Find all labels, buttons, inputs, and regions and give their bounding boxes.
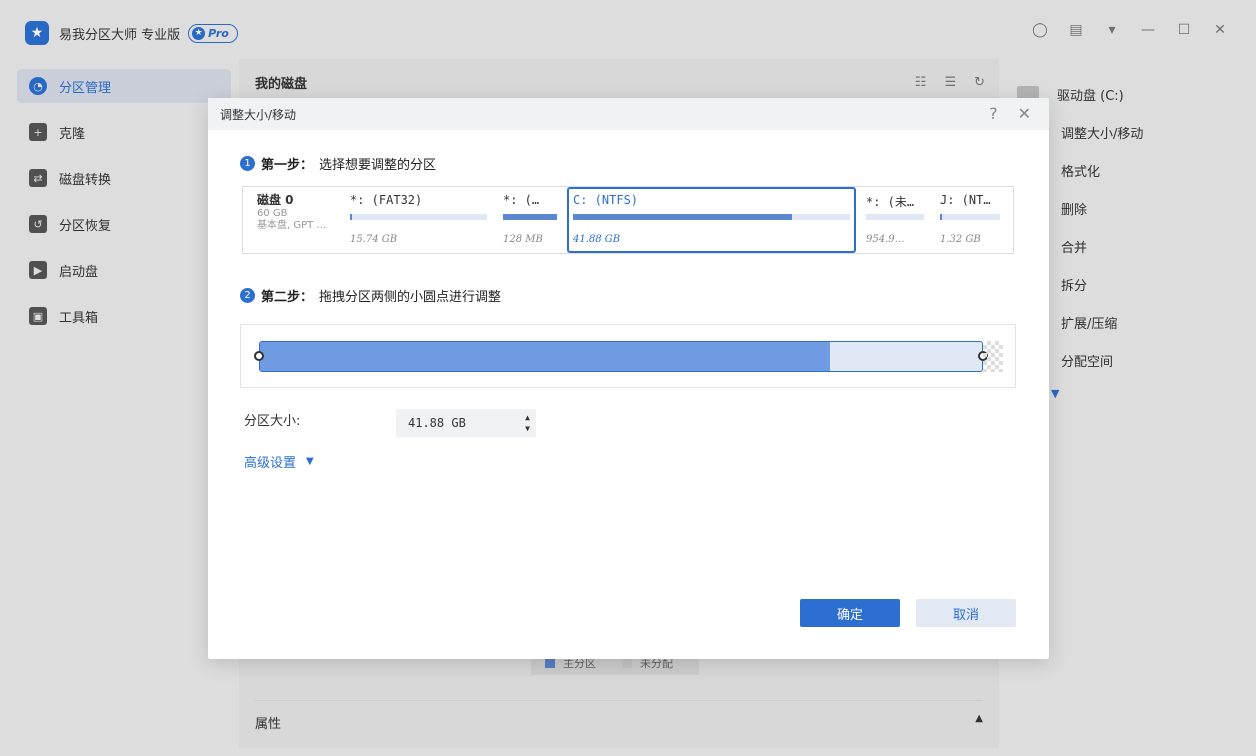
disk-size: 60 GB (257, 208, 352, 220)
size-input[interactable]: 41.88 GB ▲ ▼ (396, 409, 536, 437)
dialog-header: 调整大小/移动 ? ✕ (208, 98, 1049, 130)
disk-name: 磁盘 0 (257, 191, 352, 208)
partition-bar (503, 214, 557, 220)
partition-size: 128 MB (503, 234, 543, 245)
advanced-settings-link[interactable]: 高级设置 ▼ (244, 452, 314, 471)
cancel-button[interactable]: 取消 (916, 599, 1016, 627)
increment-icon[interactable]: ▲ (525, 412, 530, 423)
partition-label: *: (FAT32) (350, 193, 422, 207)
partition-bar (573, 214, 850, 220)
partition-label: *: (未… (866, 193, 914, 210)
size-label: 分区大小: (244, 410, 300, 429)
step-one-text: 选择想要调整的分区 (319, 154, 436, 173)
partition-unallocated[interactable]: *: (未… 954.9… (866, 187, 928, 253)
step-one-number: 1 (240, 156, 255, 171)
partition-fill (573, 214, 792, 220)
chevron-down-icon: ▼ (306, 456, 314, 467)
partition-size: 15.74 GB (350, 234, 397, 245)
size-stepper[interactable]: ▲ ▼ (525, 412, 530, 434)
disk-map: 磁盘 0 60 GB 基本盘, GPT … *: (FAT32) 15.74 G… (242, 186, 1014, 254)
advanced-label: 高级设置 (244, 452, 296, 471)
partition-fill (350, 214, 352, 220)
step-two: 2 第二步： 拖拽分区两侧的小圆点进行调整 (240, 286, 501, 305)
resize-track[interactable] (259, 341, 983, 372)
step-one: 1 第一步： 选择想要调整的分区 (240, 154, 436, 173)
dialog-close-icon[interactable]: ✕ (1018, 104, 1031, 123)
disk-info: 磁盘 0 60 GB 基本盘, GPT … (257, 191, 352, 232)
partition-size: 41.88 GB (573, 234, 620, 245)
step-two-bold: 第二步： (261, 286, 313, 305)
partition-fill (940, 214, 942, 220)
partition-size: 954.9… (866, 234, 905, 245)
unallocated-space (983, 341, 1003, 372)
resize-used-fill (260, 342, 830, 371)
size-value: 41.88 GB (408, 416, 466, 430)
partition-label: *: (… (503, 193, 539, 207)
partition-bar (866, 214, 924, 220)
decrement-icon[interactable]: ▼ (525, 423, 530, 434)
partition-fat32[interactable]: *: (FAT32) 15.74 GB (350, 187, 490, 253)
ok-button[interactable]: 确定 (800, 599, 900, 627)
step-two-number: 2 (240, 288, 255, 303)
step-one-bold: 第一步： (261, 154, 313, 173)
step-two-text: 拖拽分区两侧的小圆点进行调整 (319, 286, 501, 305)
partition-c-selected[interactable]: C: (NTFS) 41.88 GB (567, 187, 856, 253)
help-icon[interactable]: ? (989, 104, 998, 123)
partition-label: J: (NT… (940, 193, 991, 207)
size-row: 分区大小: (244, 410, 300, 429)
partition-label: C: (NTFS) (573, 193, 638, 207)
partition-size: 1.32 GB (940, 234, 981, 245)
resize-left-handle[interactable] (254, 351, 264, 361)
resize-move-dialog: 调整大小/移动 ? ✕ 1 第一步： 选择想要调整的分区 磁盘 0 60 GB 基… (208, 98, 1049, 659)
partition-bar (940, 214, 1000, 220)
dialog-title: 调整大小/移动 (220, 106, 296, 123)
partition-msr[interactable]: *: (… 128 MB (503, 187, 559, 253)
partition-bar (350, 214, 487, 220)
resize-area (240, 324, 1016, 388)
partition-fill (503, 214, 557, 220)
partition-j[interactable]: J: (NT… 1.32 GB (940, 187, 1002, 253)
disk-type: 基本盘, GPT … (257, 220, 352, 232)
